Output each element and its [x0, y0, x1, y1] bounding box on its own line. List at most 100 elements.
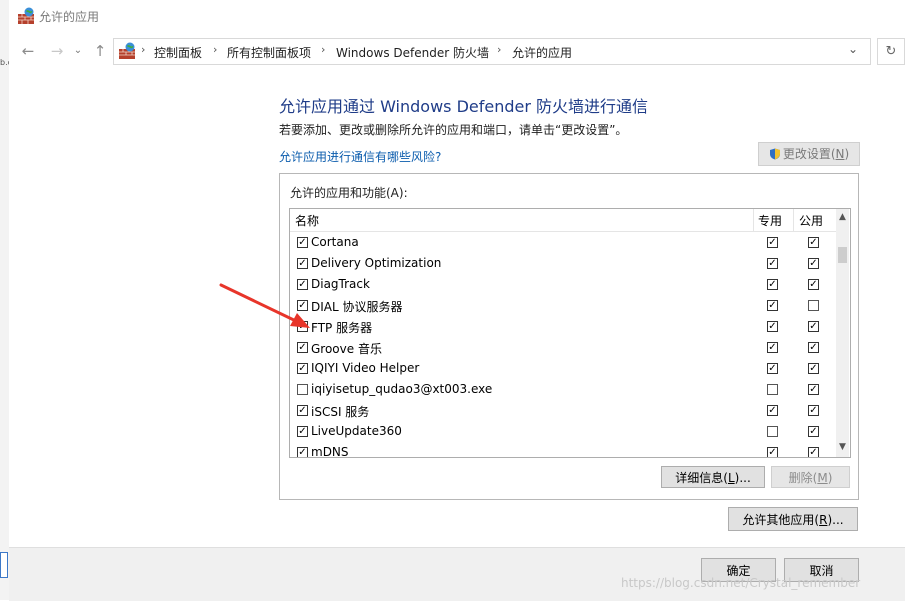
public-checkbox[interactable]: ✓ — [808, 405, 819, 416]
public-checkbox[interactable]: ✓ — [808, 363, 819, 374]
breadcrumb-allowed-apps[interactable]: 允许的应用 — [512, 44, 572, 61]
public-checkbox[interactable]: ✓ — [808, 258, 819, 269]
delete-button[interactable]: 删除(M) — [771, 466, 850, 488]
list-scrollbar[interactable]: ▲ ▼ — [836, 209, 849, 457]
column-header-private[interactable]: 专用 — [758, 212, 782, 229]
scroll-down-icon[interactable]: ▼ — [836, 441, 849, 453]
private-checkbox[interactable]: ✓ — [767, 342, 778, 353]
address-dropdown-chevron-icon[interactable]: ⌄ — [848, 42, 858, 56]
public-checkbox[interactable]: ✓ — [808, 342, 819, 353]
address-bar[interactable]: › 控制面板 › 所有控制面板项 › Windows Defender 防火墙 … — [113, 38, 871, 65]
breadcrumb-all-items[interactable]: 所有控制面板项 — [227, 44, 311, 61]
public-checkbox[interactable] — [808, 300, 819, 311]
breadcrumb-separator-icon: › — [497, 43, 502, 56]
list-item[interactable]: iqiyisetup_qudao3@xt003.exe ✓ — [290, 379, 836, 400]
up-arrow-icon[interactable]: ↑ — [89, 40, 111, 62]
app-name: Groove 音乐 — [311, 342, 382, 356]
scroll-up-icon[interactable]: ▲ — [836, 211, 849, 223]
list-item[interactable]: ✓ Groove 音乐 ✓ ✓ — [290, 337, 836, 358]
allowed-apps-group: 允许的应用和功能(A): 名称 专用 公用 ✓ Cortana ✓ ✓ ✓ Deliver… — [279, 173, 859, 500]
private-checkbox[interactable]: ✓ — [767, 447, 778, 457]
title-bar: 允许的应用 — [9, 0, 905, 32]
private-checkbox[interactable] — [767, 384, 778, 395]
list-item[interactable]: ✓ LiveUpdate360 ✓ — [290, 421, 836, 442]
allow-other-suffix: ... — [832, 513, 844, 527]
private-checkbox[interactable]: ✓ — [767, 363, 778, 374]
list-item[interactable]: ✓ mDNS ✓ ✓ — [290, 442, 836, 458]
public-checkbox[interactable]: ✓ — [808, 447, 819, 457]
private-checkbox[interactable]: ✓ — [767, 258, 778, 269]
change-settings-hotkey: N — [835, 147, 845, 161]
details-hotkey: L — [727, 471, 735, 485]
change-settings-button[interactable]: 更改设置(N) — [758, 142, 860, 166]
public-checkbox[interactable]: ✓ — [808, 384, 819, 395]
list-item[interactable]: ✓ DIAL 协议服务器 ✓ — [290, 295, 836, 316]
public-checkbox[interactable]: ✓ — [808, 279, 819, 290]
allowed-apps-list[interactable]: 名称 专用 公用 ✓ Cortana ✓ ✓ ✓ Delivery Optimizatio… — [289, 208, 851, 458]
firewall-icon — [18, 7, 34, 24]
firewall-allowed-apps-window: 允许的应用 ← → ⌄ ↑ › 控制面板 › 所有控制面板项 › Windows… — [9, 0, 905, 601]
details-label: 详细信息 — [675, 471, 724, 485]
public-checkbox[interactable]: ✓ — [808, 426, 819, 437]
private-checkbox[interactable]: ✓ — [767, 405, 778, 416]
navigation-bar: ← → ⌄ ↑ › 控制面板 › 所有控制面板项 › Windows Defen… — [9, 34, 905, 68]
private-checkbox[interactable]: ✓ — [767, 237, 778, 248]
risk-info-link[interactable]: 允许应用进行通信有哪些风险? — [279, 148, 441, 165]
private-checkbox[interactable]: ✓ — [767, 300, 778, 311]
details-suffix: ... — [739, 471, 751, 485]
window-title: 允许的应用 — [39, 10, 100, 24]
forward-arrow-icon[interactable]: → — [46, 40, 68, 62]
list-item[interactable]: ✓ Delivery Optimization ✓ ✓ — [290, 253, 836, 274]
delete-label: 删除 — [788, 471, 813, 485]
app-name: DiagTrack — [311, 277, 370, 291]
app-name: FTP 服务器 — [311, 321, 373, 335]
enabled-checkbox[interactable]: ✓ — [297, 237, 308, 248]
enabled-checkbox[interactable]: ✓ — [297, 258, 308, 269]
public-checkbox[interactable]: ✓ — [808, 321, 819, 332]
private-checkbox[interactable] — [767, 426, 778, 437]
enabled-checkbox[interactable]: ✓ — [297, 426, 308, 437]
column-header-public[interactable]: 公用 — [799, 212, 823, 229]
delete-hotkey: M — [817, 471, 828, 485]
private-checkbox[interactable]: ✓ — [767, 279, 778, 290]
app-name: Delivery Optimization — [311, 256, 442, 270]
breadcrumb-firewall[interactable]: Windows Defender 防火墙 — [336, 44, 489, 61]
enabled-checkbox[interactable]: ✓ — [297, 405, 308, 416]
allow-other-label: 允许其他应用 — [742, 513, 815, 527]
list-item[interactable]: ✓ DiagTrack ✓ ✓ — [290, 274, 836, 295]
breadcrumb-separator-icon: › — [321, 43, 326, 56]
allow-other-hotkey: R — [819, 513, 828, 527]
column-divider — [753, 209, 754, 231]
column-header-name[interactable]: 名称 — [295, 212, 319, 229]
app-name: LiveUpdate360 — [311, 424, 402, 438]
dialog-footer: 确定 取消 https://blog.csdn.net/Crystal_reme… — [9, 547, 905, 601]
allow-another-app-button[interactable]: 允许其他应用(R)... — [728, 507, 858, 531]
enabled-checkbox[interactable]: ✓ — [297, 363, 308, 374]
list-item[interactable]: ✓ IQIYI Video Helper ✓ ✓ — [290, 358, 836, 379]
breadcrumb-control-panel[interactable]: 控制面板 — [154, 44, 202, 61]
back-arrow-icon[interactable]: ← — [17, 40, 39, 62]
enabled-checkbox[interactable]: ✓ — [297, 342, 308, 353]
list-item[interactable]: ✓ iSCSI 服务 ✓ ✓ — [290, 400, 836, 421]
enabled-checkbox[interactable] — [297, 384, 308, 395]
refresh-icon[interactable]: ↻ — [877, 38, 905, 65]
breadcrumb-separator-icon: › — [141, 43, 146, 56]
app-name: iqiyisetup_qudao3@xt003.exe — [311, 382, 493, 396]
public-checkbox[interactable]: ✓ — [808, 237, 819, 248]
app-name: iSCSI 服务 — [311, 405, 370, 419]
scroll-thumb[interactable] — [838, 247, 847, 263]
recent-locations-chevron-icon[interactable]: ⌄ — [71, 40, 85, 62]
list-item[interactable]: ✓FTP 服务器✓✓ — [290, 316, 836, 337]
app-name: Cortana — [311, 235, 359, 249]
app-name: DIAL 协议服务器 — [311, 300, 403, 314]
private-checkbox[interactable]: ✓ — [767, 321, 778, 332]
details-button[interactable]: 详细信息(L)... — [661, 466, 765, 488]
page-title: 允许应用通过 Windows Defender 防火墙进行通信 — [279, 97, 649, 116]
uac-shield-icon — [769, 148, 780, 160]
list-item[interactable]: ✓ Cortana ✓ ✓ — [290, 232, 836, 253]
instructions-text: 若要添加、更改或删除所允许的应用和端口，请单击“更改设置”。 — [279, 123, 628, 137]
enabled-checkbox[interactable]: ✓ — [297, 447, 308, 457]
app-name: mDNS — [311, 445, 349, 458]
control-panel-icon — [119, 42, 135, 59]
annotation-arrow-icon — [219, 283, 310, 328]
